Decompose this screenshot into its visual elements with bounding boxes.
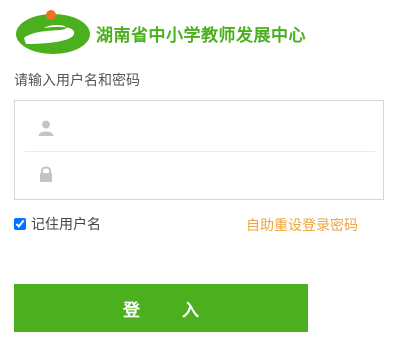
login-button[interactable]: 登 入 [14,284,308,332]
login-prompt: 请输入用户名和密码 [14,73,140,89]
username-input[interactable] [65,112,371,144]
password-row [15,150,383,198]
reset-password-link[interactable]: 自助重设登录密码 [246,215,358,235]
site-title: 湖南省中小学教师发展中心 [96,26,306,46]
login-page: 湖南省中小学教师发展中心 请输入用户名和密码 记住用户名 自助重设登录密码 登 … [0,0,399,345]
login-form [14,100,384,200]
password-input[interactable] [65,158,371,190]
remember-username[interactable]: 记住用户名 [14,214,101,234]
site-logo-icon [16,10,90,54]
username-row [15,104,383,152]
remember-checkbox[interactable] [14,218,26,230]
remember-label: 记住用户名 [31,217,101,233]
user-icon [38,120,54,136]
lock-icon [40,166,52,182]
